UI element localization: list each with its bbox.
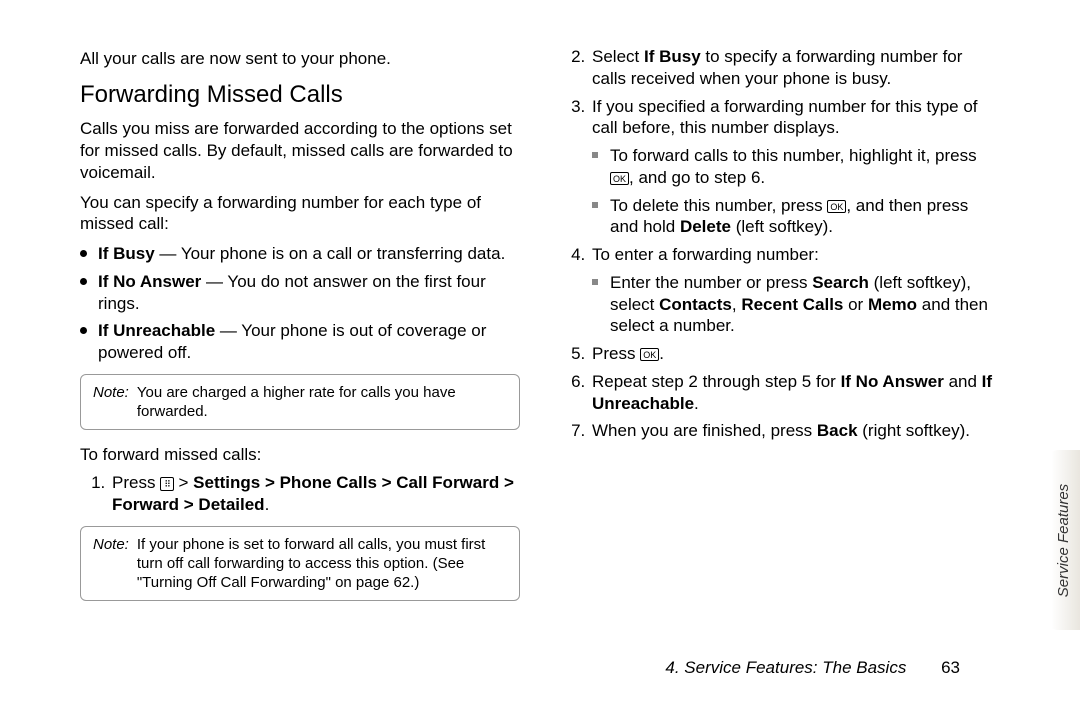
thumb-tab-label: Service Features — [1056, 483, 1073, 596]
substep-text: Enter the number or press — [610, 273, 812, 292]
step-6: Repeat step 2 through step 5 for If No A… — [590, 371, 1000, 415]
term-if-unreachable: If Unreachable — [98, 321, 215, 340]
step-text: . — [265, 495, 270, 514]
ok-key-icon: OK — [640, 348, 659, 361]
substep-text: To delete this number, press — [610, 196, 827, 215]
menu-key-icon: ⠿ — [160, 477, 174, 491]
step-text: Select — [592, 47, 644, 66]
option-recent-calls: Recent Calls — [741, 295, 843, 314]
left-column: All your calls are now sent to your phon… — [80, 40, 520, 611]
section-heading: Forwarding Missed Calls — [80, 80, 520, 111]
delete-softkey: Delete — [680, 217, 731, 236]
ok-key-icon: OK — [827, 200, 846, 213]
step-text: > — [174, 473, 193, 492]
note-text: If your phone is set to forward all call… — [137, 535, 507, 593]
substep-text: or — [843, 295, 868, 314]
thumb-tab: Service Features — [1048, 450, 1080, 630]
step-text: Repeat step 2 through step 5 for — [592, 372, 841, 391]
missed-call-types-list: If Busy — Your phone is on a call or tra… — [80, 243, 520, 364]
step-5: Press OK. — [590, 343, 1000, 365]
step-text: To enter a forwarding number: — [592, 245, 819, 264]
substeps-list: To forward calls to this number, highlig… — [592, 145, 1000, 238]
option-if-no-answer: If No Answer — [841, 372, 944, 391]
substeps-list: Enter the number or press Search (left s… — [592, 272, 1000, 337]
list-item: If Unreachable — Your phone is out of co… — [80, 320, 520, 364]
list-item: If No Answer — You do not answer on the … — [80, 271, 520, 315]
paragraph: Calls you miss are forwarded according t… — [80, 118, 520, 183]
option-memo: Memo — [868, 295, 917, 314]
step-1: Press ⠿ > Settings > Phone Calls > Call … — [110, 472, 520, 516]
substep: To delete this number, press OK, and the… — [592, 195, 1000, 239]
term-if-busy: If Busy — [98, 244, 155, 263]
option-if-busy: If Busy — [644, 47, 701, 66]
step-text: (right softkey). — [858, 421, 970, 440]
step-4: To enter a forwarding number: Enter the … — [590, 244, 1000, 337]
two-column-layout: All your calls are now sent to your phon… — [80, 40, 1000, 611]
substep: Enter the number or press Search (left s… — [592, 272, 1000, 337]
paragraph: You can specify a forwarding number for … — [80, 192, 520, 236]
intro-line: All your calls are now sent to your phon… — [80, 48, 520, 70]
page-footer: 4. Service Features: The Basics 63 — [665, 658, 960, 678]
step-text: . — [694, 394, 699, 413]
step-text: . — [659, 344, 664, 363]
option-contacts: Contacts — [659, 295, 732, 314]
term-if-no-answer: If No Answer — [98, 272, 201, 291]
ok-key-icon: OK — [610, 172, 629, 185]
procedure-heading: To forward missed calls: — [80, 444, 520, 466]
step-text: When you are finished, press — [592, 421, 817, 440]
step-text: and — [944, 372, 982, 391]
step-7: When you are finished, press Back (right… — [590, 420, 1000, 442]
chapter-title: 4. Service Features: The Basics — [665, 658, 906, 677]
manual-page: All your calls are now sent to your phon… — [0, 0, 1080, 720]
list-item: If Busy — Your phone is on a call or tra… — [80, 243, 520, 265]
note-box: Note: You are charged a higher rate for … — [80, 374, 520, 430]
step-text: Press — [112, 473, 160, 492]
steps-list: Press ⠿ > Settings > Phone Calls > Call … — [80, 472, 520, 516]
substep-text: (left softkey). — [731, 217, 833, 236]
substep-text: , — [732, 295, 741, 314]
back-softkey: Back — [817, 421, 858, 440]
step-2: Select If Busy to specify a forwarding n… — [590, 46, 1000, 90]
note-text: You are charged a higher rate for calls … — [137, 383, 507, 421]
substep-text: To forward calls to this number, highlig… — [610, 146, 977, 165]
note-label: Note: — [93, 383, 129, 421]
substep-text: , and go to step 6. — [629, 168, 765, 187]
substep: To forward calls to this number, highlig… — [592, 145, 1000, 189]
right-column: Select If Busy to specify a forwarding n… — [560, 40, 1000, 611]
term-desc: — Your phone is on a call or transferrin… — [155, 244, 506, 263]
note-box: Note: If your phone is set to forward al… — [80, 526, 520, 602]
step-3: If you specified a forwarding number for… — [590, 96, 1000, 239]
search-softkey: Search — [812, 273, 869, 292]
page-number: 63 — [941, 658, 960, 677]
note-label: Note: — [93, 535, 129, 593]
step-text: If you specified a forwarding number for… — [592, 97, 978, 138]
steps-list-continued: Select If Busy to specify a forwarding n… — [560, 46, 1000, 442]
step-text: Press — [592, 344, 640, 363]
